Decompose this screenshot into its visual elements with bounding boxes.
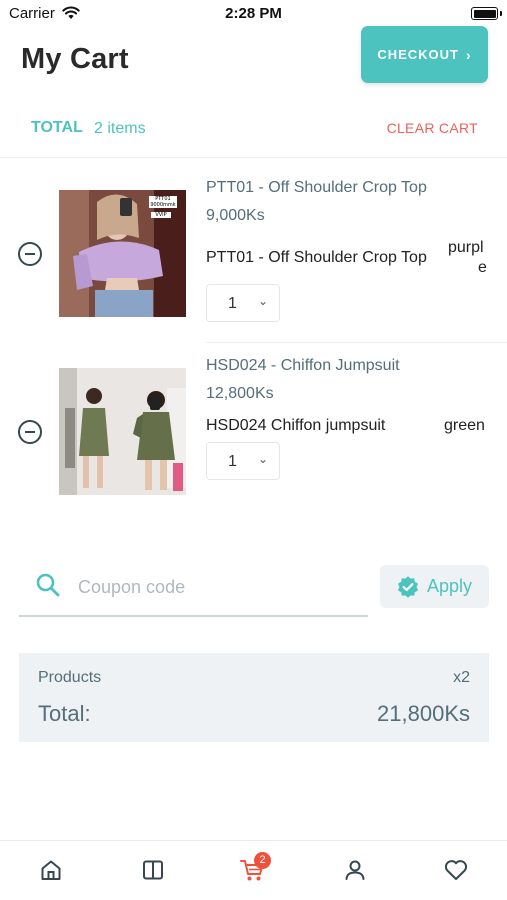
tag-line: VVIP	[155, 212, 167, 218]
remove-item-icon[interactable]	[18, 242, 42, 266]
status-time: 2:28 PM	[225, 5, 282, 22]
product-color: e	[478, 259, 487, 276]
item-count: 2 items	[94, 120, 146, 137]
total-label: Total:	[38, 701, 91, 726]
checkout-label: CHECKOUT	[377, 47, 459, 62]
search-icon	[36, 573, 60, 597]
chevron-down-icon: ⌄	[258, 294, 269, 308]
divider	[0, 157, 507, 158]
remove-item-icon[interactable]	[18, 420, 42, 444]
divider	[206, 342, 507, 343]
products-quantity: x2	[453, 669, 470, 686]
favorites-icon	[444, 860, 468, 880]
total-label: TOTAL	[31, 119, 83, 136]
product-color: green	[444, 417, 485, 434]
tag-line: 9000mmk	[150, 202, 176, 208]
product-price: 9,000Ks	[206, 207, 265, 224]
battery-cap	[500, 11, 502, 16]
quantity-select[interactable]: 1 ⌄	[206, 284, 280, 322]
status-bar: Carrier 2:28 PM	[0, 0, 507, 28]
catalog-icon	[143, 860, 163, 880]
quantity-value: 1	[228, 453, 237, 470]
price-tag: PTT01 9000mmk	[149, 196, 177, 208]
quantity-value: 1	[228, 295, 237, 312]
nav-cart[interactable]: 2	[237, 852, 271, 885]
verified-badge-icon	[397, 575, 418, 598]
product-variant: HSD024 Chiffon jumpsuit	[206, 417, 386, 434]
order-summary: Products x2 Total: 21,800Ks	[19, 653, 489, 742]
apply-label: Apply	[426, 576, 473, 596]
profile-icon	[345, 860, 365, 880]
page-title: My Cart	[21, 43, 129, 75]
products-label: Products	[38, 669, 102, 686]
product-image: PTT01 9000mmk VVIP	[59, 190, 186, 317]
battery-icon	[471, 7, 498, 20]
price-tag: VVIP	[151, 212, 171, 218]
product-name[interactable]: PTT01 - Off Shoulder Crop Top	[206, 179, 427, 197]
coupon-underline	[19, 615, 368, 617]
nav-catalog[interactable]	[138, 855, 168, 885]
nav-profile[interactable]	[340, 855, 370, 885]
product-image	[59, 368, 186, 495]
product-price: 12,800Ks	[206, 385, 274, 402]
product-color: purpl	[448, 239, 484, 256]
apply-coupon-button[interactable]: Apply	[380, 565, 489, 608]
product-name[interactable]: HSD024 - Chiffon Jumpsuit	[206, 357, 400, 375]
chevron-right-icon: ›	[466, 46, 472, 63]
chevron-down-icon: ⌄	[258, 452, 269, 466]
nav-favorites[interactable]	[441, 855, 471, 885]
nav-home[interactable]	[36, 855, 66, 885]
clear-cart-button[interactable]: CLEAR CART	[387, 120, 478, 136]
total-value: 21,800Ks	[377, 701, 470, 726]
cart-count-badge: 2	[254, 852, 271, 869]
bottom-nav: 2	[0, 840, 507, 900]
checkout-button[interactable]: CHECKOUT ›	[361, 26, 488, 83]
coupon-input[interactable]	[78, 575, 363, 599]
quantity-select[interactable]: 1 ⌄	[206, 442, 280, 480]
home-icon	[41, 860, 61, 880]
product-variant: PTT01 - Off Shoulder Crop Top	[206, 249, 427, 266]
